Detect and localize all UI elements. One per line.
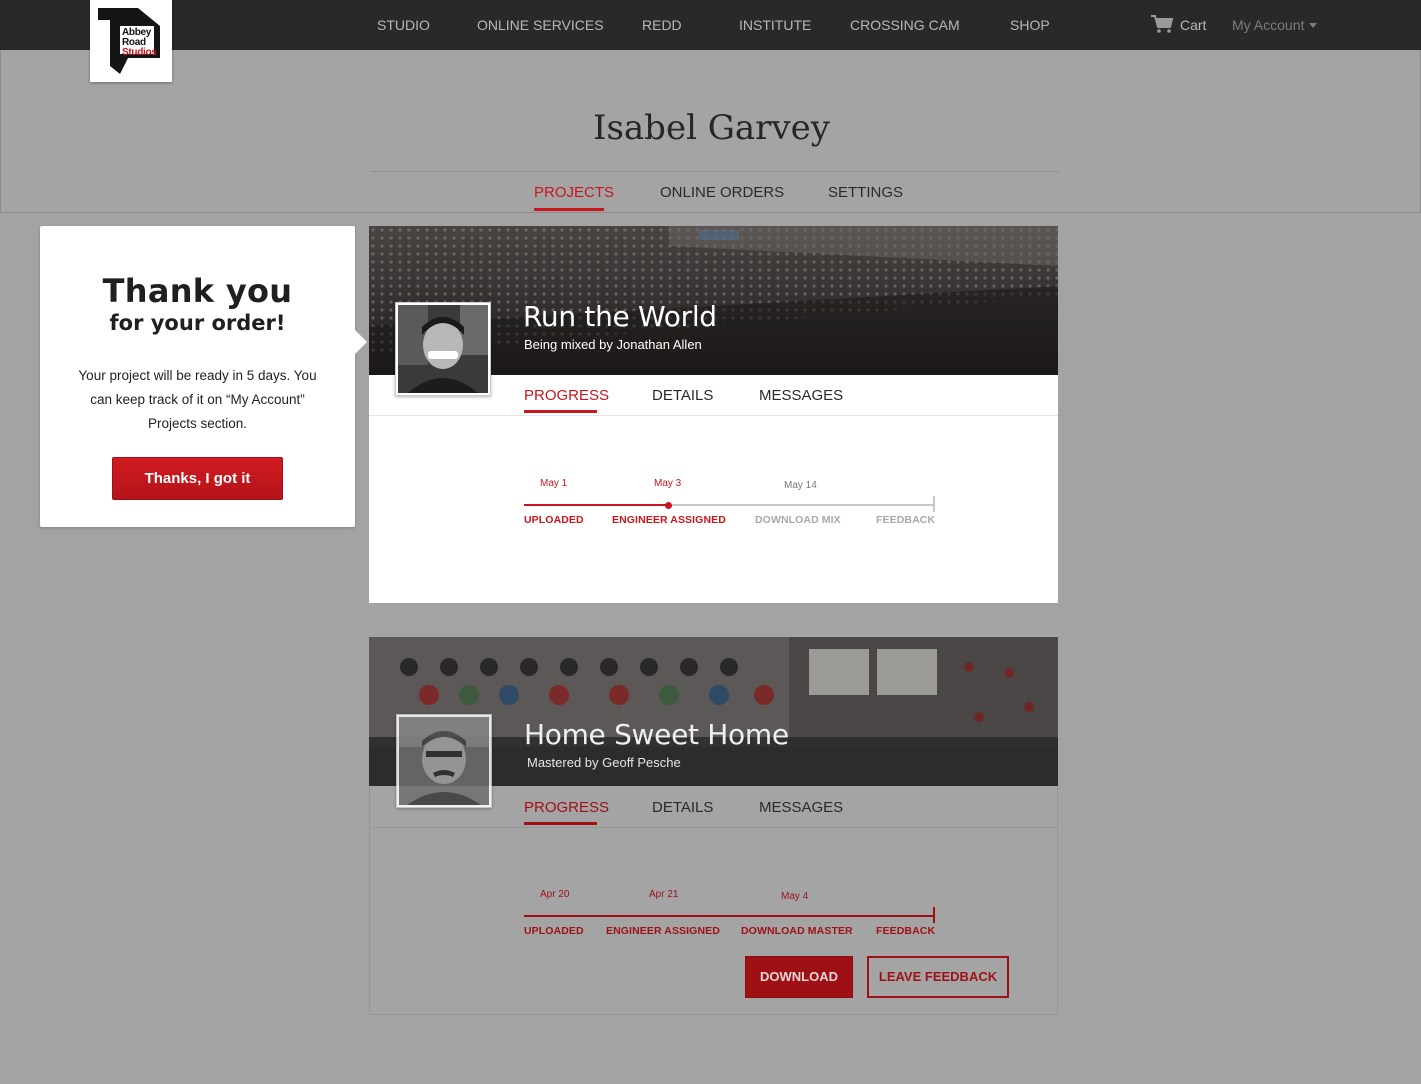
cart-label: Cart <box>1180 17 1207 33</box>
timeline-date: Apr 21 <box>649 889 679 900</box>
header-divider <box>370 171 1059 172</box>
tab-settings[interactable]: SETTINGS <box>828 184 903 201</box>
tab-progress[interactable]: PROGRESS <box>524 799 609 816</box>
popover-arrow <box>355 330 367 354</box>
timeline-stage: FEEDBACK <box>876 925 936 937</box>
project-card: Run the World Being mixed by Jonathan Al… <box>369 226 1058 603</box>
timeline-stage: ENGINEER ASSIGNED <box>606 925 720 937</box>
thanks-title: Thank you <box>102 272 293 310</box>
nav-institute[interactable]: INSTITUTE <box>739 17 811 33</box>
tab-projects[interactable]: PROJECTS <box>534 184 614 201</box>
timeline-stage: DOWNLOAD MASTER <box>741 925 853 937</box>
project-subtitle: Mastered by Geoff Pesche <box>527 755 681 770</box>
timeline-stage: ENGINEER ASSIGNED <box>612 514 726 526</box>
tab-divider <box>369 415 1058 416</box>
timeline-date: May 3 <box>654 478 682 489</box>
tab-progress[interactable]: PROGRESS <box>524 387 609 404</box>
logo-text: Abbey Road Studios <box>122 28 157 58</box>
profile-header: Isabel Garvey PROJECTS ONLINE ORDERS SET… <box>0 50 1421 213</box>
project-subtitle: Being mixed by Jonathan Allen <box>524 337 702 352</box>
nav-crossing-cam[interactable]: CROSSING CAM <box>850 17 960 33</box>
abbey-road-logo[interactable]: Abbey Road Studios <box>90 0 172 82</box>
timeline-end-marker <box>933 907 935 923</box>
engineer-photo <box>399 717 489 805</box>
thanks-subtitle: for your order! <box>109 311 286 335</box>
cart-link[interactable]: Cart <box>1150 14 1220 36</box>
leave-feedback-button[interactable]: LEAVE FEEDBACK <box>867 956 1009 998</box>
engineer-photo <box>398 305 488 393</box>
tab-details[interactable]: DETAILS <box>652 387 713 404</box>
timeline-stage: FEEDBACK <box>876 514 936 526</box>
timeline-date: Apr 20 <box>540 889 570 900</box>
order-confirmation-popover: Thank you for your order! Your project w… <box>40 226 367 527</box>
cart-icon <box>1151 15 1174 33</box>
tab-details[interactable]: DETAILS <box>652 799 713 816</box>
tab-divider <box>370 827 1059 828</box>
project-title: Home Sweet Home <box>524 718 789 751</box>
timeline-date: May 14 <box>784 480 817 491</box>
active-tab-indicator <box>534 208 604 211</box>
engineer-avatar <box>395 302 491 396</box>
logo-line-3: Studios <box>122 47 157 58</box>
thanks-message: Your project will be ready in 5 days. Yo… <box>78 368 317 431</box>
timeline-stage: UPLOADED <box>524 514 584 526</box>
timeline-progress-fill <box>524 504 668 506</box>
nav-online-services[interactable]: ONLINE SERVICES <box>477 17 604 33</box>
page-title: Isabel Garvey <box>593 108 830 148</box>
thanks-got-it-button[interactable]: Thanks, I got it <box>112 457 283 500</box>
chevron-down-icon <box>1309 23 1318 28</box>
active-tab-indicator <box>524 822 597 825</box>
tab-messages[interactable]: MESSAGES <box>759 387 843 404</box>
engineer-avatar <box>396 714 492 808</box>
timeline-date: May 4 <box>781 891 809 902</box>
download-button[interactable]: DOWNLOAD <box>745 956 853 998</box>
timeline-current-dot <box>665 501 672 509</box>
timeline-date: May 1 <box>540 478 568 489</box>
timeline-stage: DOWNLOAD MIX <box>755 514 841 526</box>
my-account-menu[interactable]: My Account <box>1232 17 1318 33</box>
timeline-stage: UPLOADED <box>524 925 584 937</box>
progress-timeline: May 1 May 3 May 14 UPLOADED ENGINEER ASS… <box>524 478 936 584</box>
nav-shop[interactable]: SHOP <box>1010 17 1050 33</box>
tab-online-orders[interactable]: ONLINE ORDERS <box>660 184 784 201</box>
my-account-label: My Account <box>1232 17 1305 33</box>
timeline-track <box>524 915 934 917</box>
top-navigation-bar: STUDIO ONLINE SERVICES REDD INSTITUTE CR… <box>0 0 1421 50</box>
project-card: Home Sweet Home Mastered by Geoff Pesche… <box>369 637 1059 1015</box>
timeline-end-marker <box>933 496 935 512</box>
nav-redd[interactable]: REDD <box>642 17 682 33</box>
nav-studio[interactable]: STUDIO <box>377 17 430 33</box>
tab-messages[interactable]: MESSAGES <box>759 799 843 816</box>
project-title: Run the World <box>523 300 717 333</box>
active-tab-indicator <box>524 410 597 413</box>
